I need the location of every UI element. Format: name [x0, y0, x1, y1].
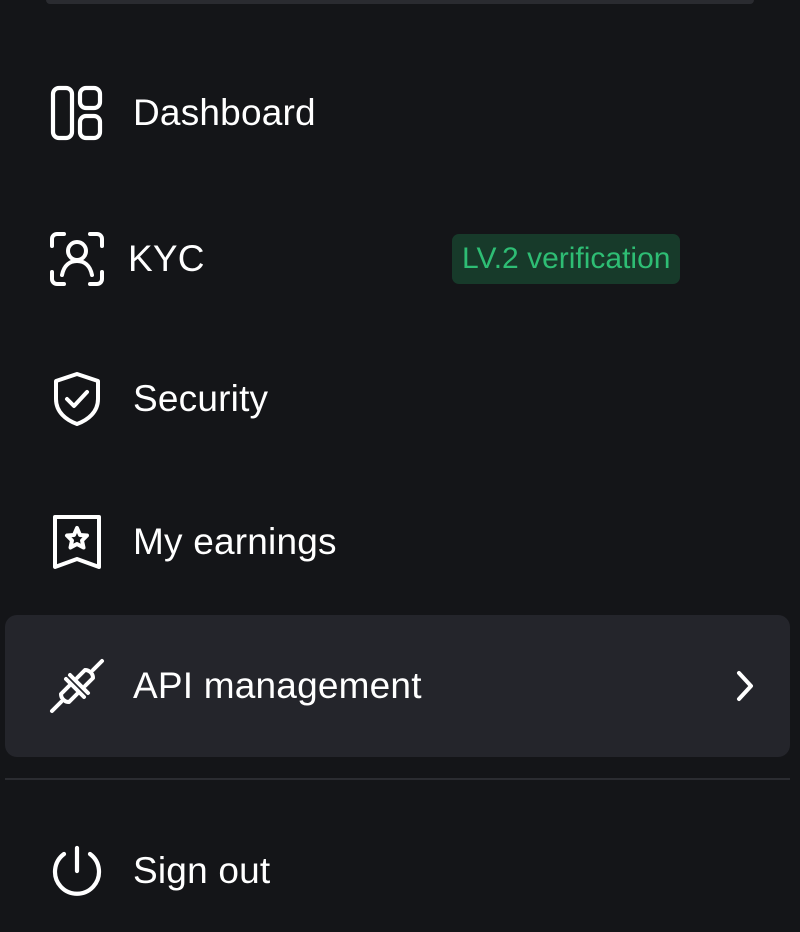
menu-item-my-earnings[interactable]: My earnings [5, 471, 790, 613]
menu-item-label: Security [133, 378, 269, 419]
account-menu: Dashboard KYC LV.2 verification Security… [0, 0, 800, 932]
menu-item-label: Dashboard [133, 92, 316, 133]
user-scan-icon [47, 229, 107, 289]
menu-divider [5, 778, 790, 780]
menu-item-label: API management [133, 665, 422, 706]
star-bookmark-icon [47, 512, 107, 572]
menu-item-label: KYC [128, 238, 205, 279]
menu-item-security[interactable]: Security [5, 328, 790, 470]
sign-out-button[interactable]: Sign out [5, 800, 790, 932]
menu-item-kyc[interactable]: KYC LV.2 verification [5, 188, 790, 330]
power-icon [47, 841, 107, 901]
menu-item-label: My earnings [133, 521, 337, 562]
kyc-status-badge: LV.2 verification [452, 234, 681, 284]
sign-out-label: Sign out [133, 850, 271, 891]
shield-check-icon [47, 369, 107, 429]
chevron-right-icon [730, 666, 760, 706]
plug-icon [47, 656, 107, 716]
menu-item-api-management[interactable]: API management [5, 615, 790, 757]
menu-item-dashboard[interactable]: Dashboard [5, 42, 790, 184]
dashboard-icon [47, 83, 107, 143]
menu-top-edge [46, 0, 754, 4]
